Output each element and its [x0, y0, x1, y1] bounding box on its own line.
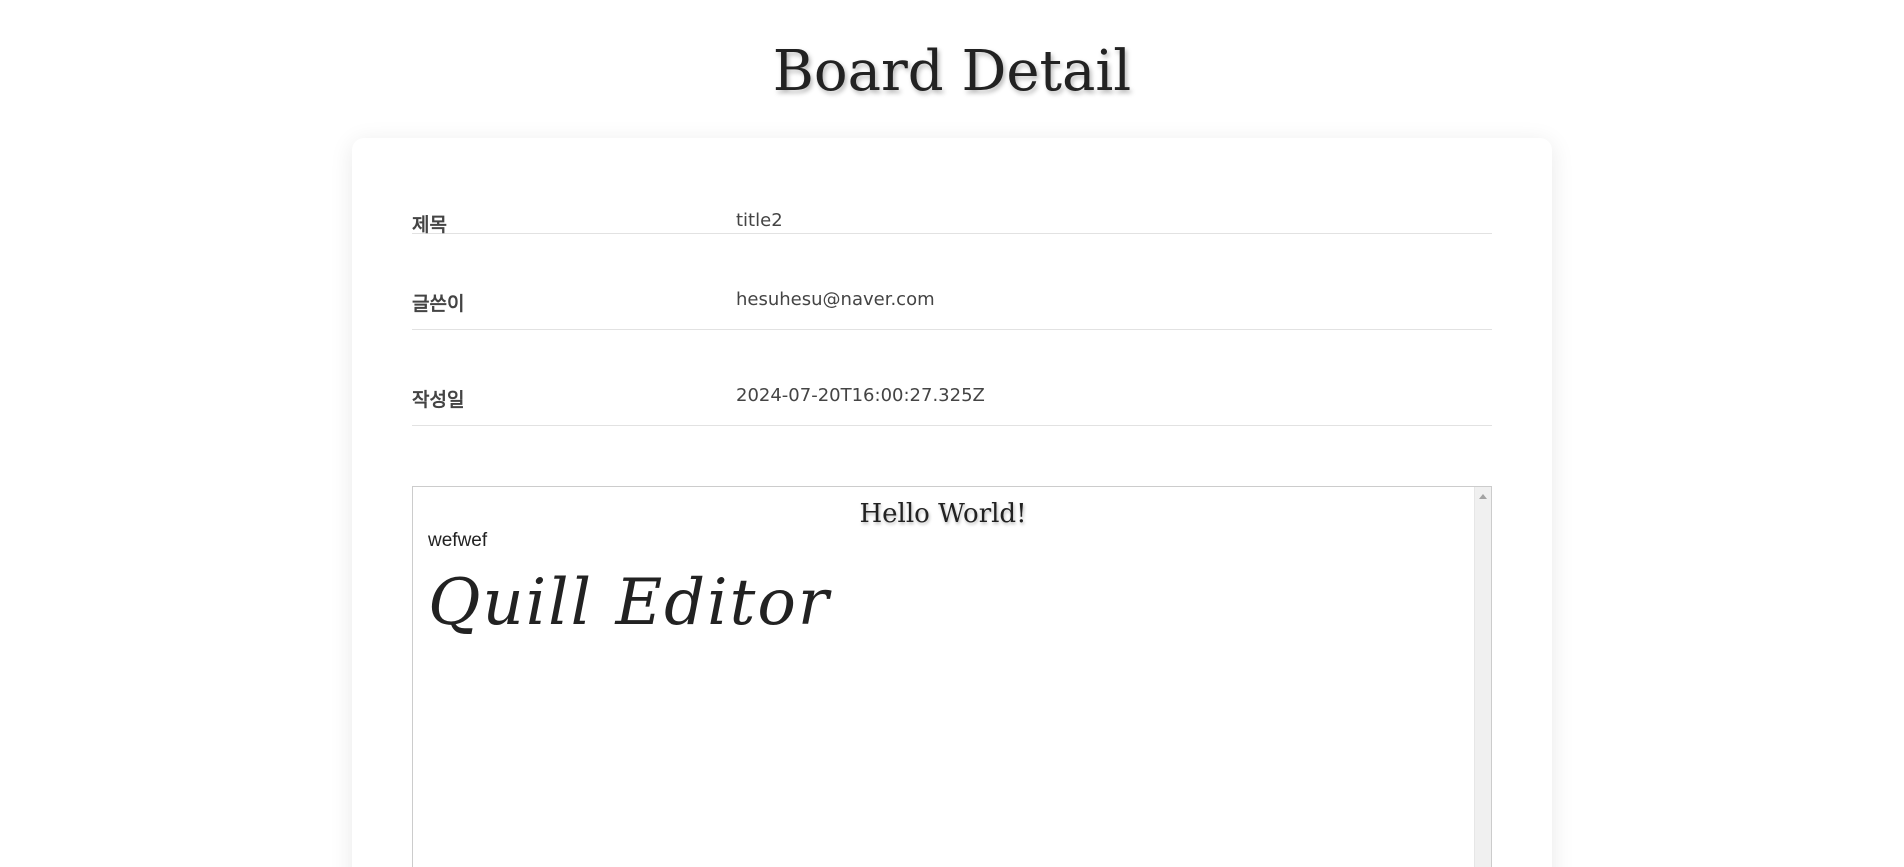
content-body[interactable]: Hello World! wefwef Quill Editor — [413, 487, 1473, 867]
detail-row-title: 제목 title2 — [412, 138, 1492, 236]
title-value: title2 — [736, 210, 783, 231]
page-title: Board Detail — [772, 39, 1132, 104]
created-label: 작성일 — [412, 389, 465, 411]
created-value: 2024-07-20T16:00:27.325Z — [736, 385, 985, 406]
detail-row-author: 글쓴이 hesuhesu@naver.com — [412, 234, 1492, 330]
author-value: hesuhesu@naver.com — [736, 289, 935, 310]
title-label: 제목 — [412, 214, 447, 236]
content-heading: Hello World! — [859, 499, 1027, 529]
detail-card: 제목 title2 글쓴이 hesuhesu@naver.com 작성일 202… — [352, 138, 1552, 867]
content-script-text: Quill Editor — [428, 566, 831, 640]
detail-row-created: 작성일 2024-07-20T16:00:27.325Z — [412, 330, 1492, 426]
board-detail-page: Board Detail 제목 title2 글쓴이 hesuhesu@nave… — [0, 0, 1887, 867]
author-label: 글쓴이 — [412, 293, 465, 315]
content-scrollbar[interactable] — [1474, 487, 1491, 867]
chevron-up-icon[interactable] — [1479, 494, 1487, 499]
content-paragraph: wefwef — [428, 530, 488, 551]
content-viewer[interactable]: Hello World! wefwef Quill Editor — [412, 486, 1492, 867]
